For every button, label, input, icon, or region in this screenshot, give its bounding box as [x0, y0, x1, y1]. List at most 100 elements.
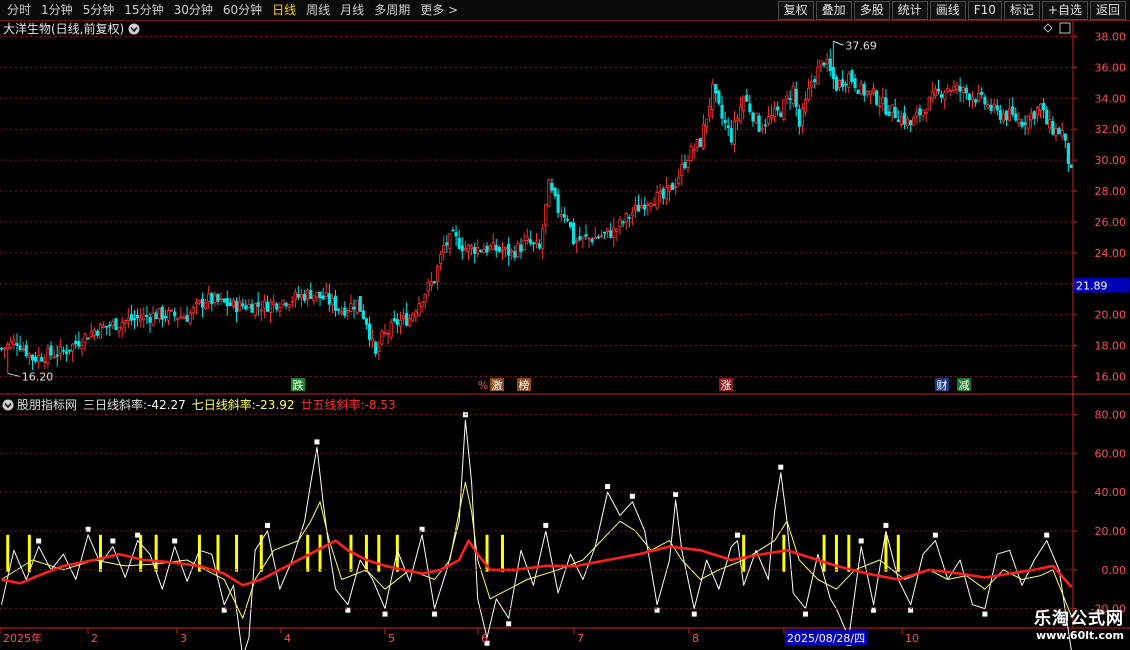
candle — [655, 185, 659, 211]
candle — [581, 235, 585, 249]
candle — [476, 239, 480, 258]
toolbar-button-8[interactable]: 返回 — [1089, 1, 1126, 20]
candle — [80, 337, 84, 357]
candle — [120, 316, 124, 338]
tab-period-10[interactable]: 更多 > — [415, 2, 463, 19]
event-marker-6[interactable]: 减 — [957, 378, 971, 392]
candle — [247, 298, 251, 309]
candle — [216, 293, 220, 306]
signal-bar — [27, 534, 31, 572]
candle — [281, 299, 285, 309]
signal-bar — [364, 534, 368, 572]
candle — [1017, 112, 1021, 127]
candle — [525, 228, 529, 245]
toolbar-button-4[interactable]: 画线 — [929, 1, 966, 20]
candle — [1060, 121, 1064, 140]
candle — [207, 285, 211, 310]
tab-period-9[interactable]: 多周期 — [369, 2, 415, 19]
candle — [791, 81, 795, 108]
candle — [961, 85, 965, 104]
candle — [129, 304, 133, 325]
candle — [621, 219, 625, 228]
peak-marker — [673, 491, 679, 497]
candle — [1026, 114, 1030, 135]
candle — [46, 343, 50, 369]
indicator-dropdown-icon[interactable] — [2, 399, 14, 411]
candle — [306, 287, 310, 307]
candle — [401, 308, 406, 325]
candle — [661, 186, 665, 205]
candle — [18, 335, 22, 352]
signal-bar — [235, 534, 239, 572]
candle — [445, 234, 449, 253]
candle — [998, 104, 1002, 124]
peak-marker — [431, 611, 437, 617]
x-tick-label: 2025年 — [3, 631, 42, 645]
event-marker-3[interactable]: 榜 — [517, 378, 531, 392]
toolbar-button-1[interactable]: 叠加 — [815, 1, 852, 20]
candle — [426, 278, 430, 297]
tab-period-8[interactable]: 月线 — [335, 2, 369, 19]
toolbar-button-3[interactable]: 统计 — [891, 1, 928, 20]
candle — [200, 292, 205, 318]
candle — [970, 91, 975, 109]
candle — [887, 104, 891, 117]
candle — [15, 333, 19, 356]
candle — [949, 89, 953, 97]
toolbar-button-0[interactable]: 复权 — [777, 1, 814, 20]
event-marker-5[interactable]: 财 — [935, 378, 949, 392]
candle — [324, 282, 328, 300]
candle — [377, 340, 381, 360]
tab-period-3[interactable]: 15分钟 — [119, 2, 168, 19]
event-marker-0[interactable]: 跌 — [291, 378, 305, 392]
high-label: 37.69 — [845, 39, 877, 52]
toolbar-button-6[interactable]: 标记 — [1003, 1, 1040, 20]
candle — [151, 305, 155, 327]
tab-period-4[interactable]: 30分钟 — [169, 2, 218, 19]
title-dropdown-icon[interactable] — [128, 23, 140, 35]
candle — [346, 307, 350, 320]
candle — [497, 245, 501, 254]
candle — [395, 313, 399, 334]
candle — [383, 323, 387, 337]
candle — [890, 104, 894, 122]
candle — [358, 295, 362, 312]
candle — [364, 317, 369, 330]
peak-marker — [982, 611, 988, 617]
candle — [513, 245, 517, 262]
candle — [800, 103, 805, 134]
toolbar-button-7[interactable]: +自选 — [1041, 1, 1088, 20]
window-icon[interactable] — [1059, 22, 1071, 34]
candle — [145, 305, 149, 325]
candle — [541, 223, 545, 259]
signal-bar — [377, 534, 381, 572]
tab-period-0[interactable]: 分时 — [2, 2, 36, 19]
candle — [825, 52, 829, 72]
candle — [1057, 126, 1061, 135]
tab-period-5[interactable]: 60分钟 — [218, 2, 267, 19]
candle — [813, 75, 817, 89]
candle — [556, 188, 560, 218]
tab-period-1[interactable]: 1分钟 — [36, 2, 78, 19]
tab-period-6[interactable]: 日线 — [267, 2, 301, 19]
candle — [1048, 110, 1052, 134]
toolbar-button-5[interactable]: F10 — [967, 1, 1002, 20]
diamond-icon[interactable] — [1043, 23, 1053, 33]
candle — [361, 304, 365, 320]
candle — [58, 338, 62, 361]
candle — [74, 334, 78, 349]
candle — [330, 294, 334, 314]
tab-period-2[interactable]: 5分钟 — [78, 2, 120, 19]
peak-marker — [691, 611, 697, 617]
event-marker-1[interactable]: % — [476, 378, 490, 392]
toolbar-button-2[interactable]: 多股 — [853, 1, 890, 20]
candle — [309, 282, 313, 300]
candle — [640, 198, 644, 209]
candle — [1014, 107, 1018, 123]
candle — [469, 243, 474, 256]
event-marker-2[interactable]: 激 — [490, 378, 504, 392]
candle — [507, 237, 511, 266]
tab-period-7[interactable]: 周线 — [301, 2, 335, 19]
event-marker-4[interactable]: 涨 — [719, 378, 733, 392]
candle — [392, 310, 396, 324]
